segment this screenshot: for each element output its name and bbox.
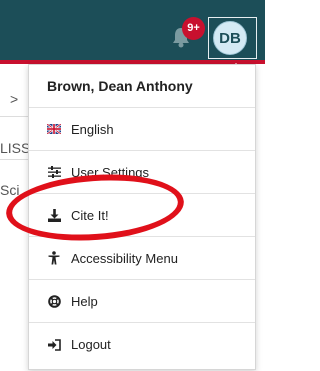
menu-item-accessibility[interactable]: Accessibility Menu xyxy=(29,237,255,280)
background-divider xyxy=(0,158,30,160)
accessibility-icon xyxy=(47,251,61,265)
user-name: Brown, Dean Anthony xyxy=(29,65,255,108)
avatar[interactable]: DB xyxy=(213,21,247,55)
background-chevron: > xyxy=(10,91,19,107)
uk-flag-icon xyxy=(47,122,61,136)
background-text: LISS xyxy=(0,140,31,156)
avatar-button[interactable]: DB xyxy=(208,17,257,59)
background-divider xyxy=(0,115,30,117)
lifebuoy-icon xyxy=(47,294,61,308)
menu-item-english[interactable]: English xyxy=(29,108,255,151)
menu-item-logout[interactable]: Logout xyxy=(29,323,255,366)
logout-icon xyxy=(47,338,61,352)
notification-badge[interactable]: 9+ xyxy=(182,17,205,40)
sliders-icon xyxy=(47,165,61,179)
menu-item-label: Accessibility Menu xyxy=(71,250,178,266)
menu-item-help[interactable]: Help xyxy=(29,280,255,323)
menu-item-label: Help xyxy=(71,293,98,309)
menu-item-label: Logout xyxy=(71,337,111,352)
menu-item-label: English xyxy=(71,121,114,137)
